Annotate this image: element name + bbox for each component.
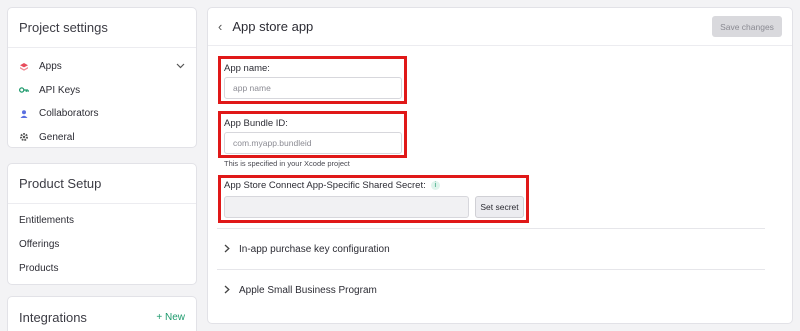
sidebar-item-label: General [39,131,75,143]
bundle-id-hint: This is specified in your Xcode project [224,159,350,168]
section-label: Apple Small Business Program [239,284,377,296]
product-setup-card: Product Setup Entitlements Offerings Pro… [7,163,197,285]
in-app-purchase-key-section[interactable]: In-app purchase key configuration [217,229,765,269]
project-settings-title: Project settings [8,8,196,48]
sidebar-item-offerings[interactable]: Offerings [8,233,196,257]
page-title: App store app [232,19,314,34]
small-business-program-section[interactable]: Apple Small Business Program [217,270,765,310]
sidebar-item-collaborators[interactable]: Collaborators [8,102,196,126]
sidebar-item-products[interactable]: Products [8,257,196,281]
apps-icon [19,62,29,72]
product-setup-title: Product Setup [8,164,196,204]
gear-icon [19,132,29,142]
sidebar-item-api-keys[interactable]: API Keys [8,79,196,103]
integrations-card: Integrations + New [7,296,197,331]
sidebar-item-general[interactable]: General [8,126,196,150]
panel-header: ‹ App store app Save changes [208,8,792,46]
chevron-right-icon [224,285,230,296]
sidebar-item-label: API Keys [39,84,81,96]
sidebar-item-apps[interactable]: Apps [8,55,196,79]
shared-secret-highlight [218,175,529,223]
bundle-id-highlight [218,111,407,158]
save-changes-button[interactable]: Save changes [712,16,782,37]
new-integration-button[interactable]: + New [156,312,185,323]
integrations-title: Integrations [19,309,87,325]
back-chevron-icon[interactable]: ‹ [218,19,222,34]
app-name-highlight [218,56,407,104]
project-settings-card: Project settings Apps API Keys Collabora… [7,7,197,148]
integrations-header: Integrations + New [8,297,196,331]
chevron-right-icon [224,244,230,255]
sidebar-item-label: Apps [39,61,62,73]
key-icon [19,85,29,95]
person-icon [19,109,29,119]
section-label: In-app purchase key configuration [239,243,390,255]
chevron-down-icon[interactable] [176,61,185,72]
sidebar-item-label: Collaborators [39,108,99,120]
sidebar-item-entitlements[interactable]: Entitlements [8,209,196,233]
